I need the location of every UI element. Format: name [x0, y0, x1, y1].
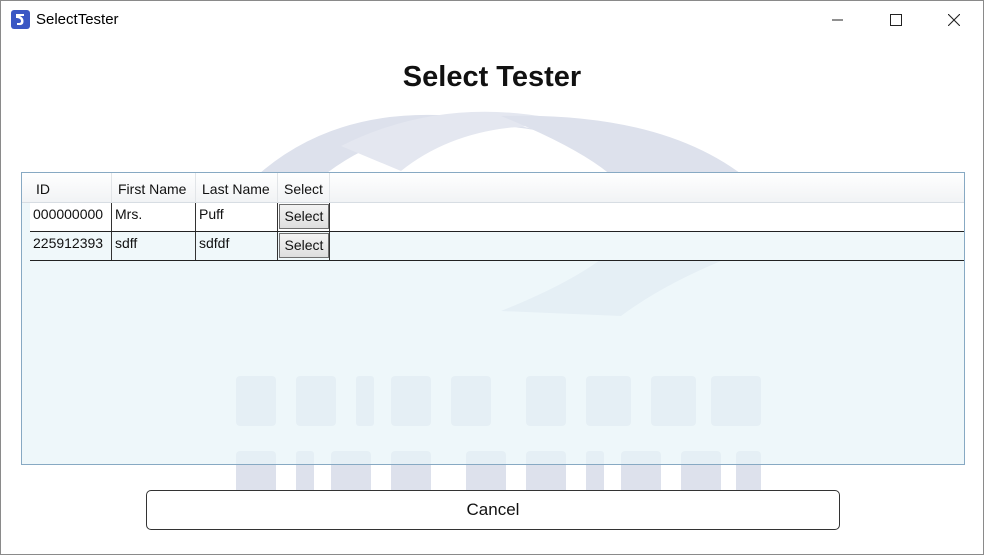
column-header-select[interactable]: Select: [278, 173, 330, 203]
cell-select: Select: [278, 232, 330, 260]
cell-id[interactable]: 000000000: [30, 203, 112, 231]
window-title: SelectTester: [36, 11, 119, 28]
close-button[interactable]: [925, 1, 983, 38]
cell-first-name[interactable]: Mrs.: [112, 203, 196, 231]
row-filler: [337, 203, 964, 231]
page-title: Select Tester: [402, 61, 582, 93]
select-button[interactable]: Select: [279, 204, 329, 229]
table-row[interactable]: 000000000 Mrs. Puff Select: [30, 203, 964, 232]
row-filler: [337, 232, 964, 260]
select-button[interactable]: Select: [279, 233, 329, 258]
maximize-icon: [890, 13, 902, 26]
cell-last-name[interactable]: Puff: [196, 203, 278, 231]
title-bar[interactable]: SelectTester: [1, 1, 983, 38]
testers-data-grid[interactable]: ID First Name Last Name Select 000000000…: [21, 172, 965, 465]
close-icon: [948, 13, 960, 26]
table-row[interactable]: 225912393 sdff sdfdf Select: [30, 232, 964, 261]
select-tester-window: SelectTester Select Tester ID First Name…: [0, 0, 984, 555]
grid-header: ID First Name Last Name Select: [22, 173, 964, 203]
app-logo-icon: [11, 10, 30, 29]
minimize-icon: [832, 19, 843, 20]
column-header-id[interactable]: ID: [30, 173, 112, 203]
maximize-button[interactable]: [867, 1, 925, 38]
column-header-last-name[interactable]: Last Name: [196, 173, 278, 203]
cell-select: Select: [278, 203, 330, 231]
cell-id[interactable]: 225912393: [30, 232, 112, 260]
column-header-first-name[interactable]: First Name: [112, 173, 196, 203]
minimize-button[interactable]: [809, 1, 867, 38]
cancel-button[interactable]: Cancel: [146, 490, 840, 530]
cell-last-name[interactable]: sdfdf: [196, 232, 278, 260]
cell-first-name[interactable]: sdff: [112, 232, 196, 260]
